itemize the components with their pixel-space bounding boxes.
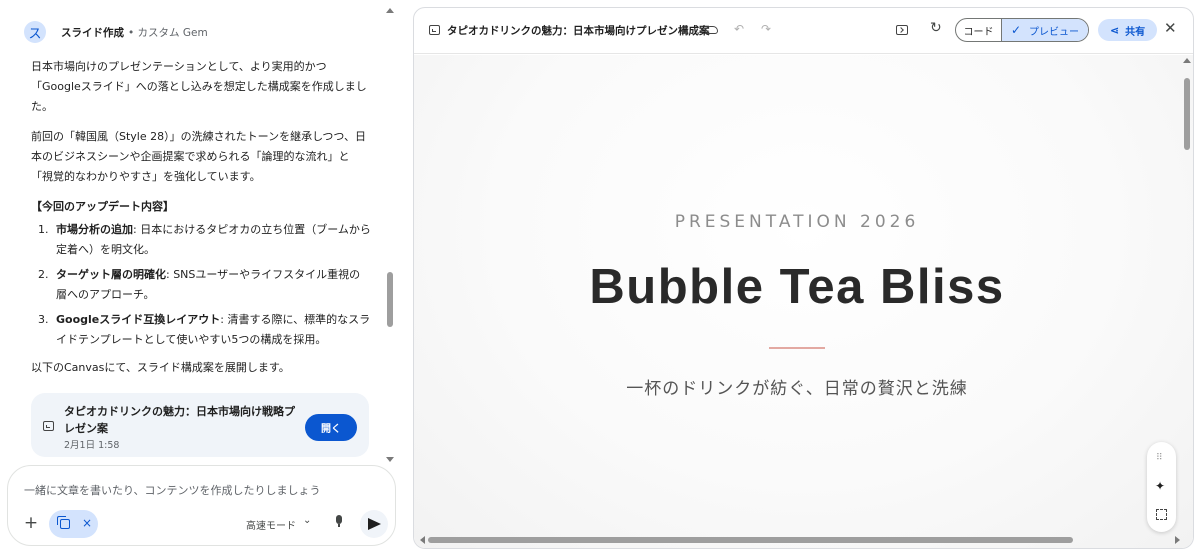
select-area-icon[interactable] <box>1156 509 1167 520</box>
slide-kicker: PRESENTATION 2026 <box>674 212 920 232</box>
list-item: 3. Googleスライド互換レイアウト: 清書する際に、標準的なスライドテンプレ… <box>31 310 371 350</box>
close-icon[interactable]: ✕ <box>1164 19 1177 37</box>
chip-close-icon[interactable]: × <box>82 516 92 530</box>
list-number: 3. <box>38 313 49 326</box>
gem-name: スライド作成 <box>61 26 124 39</box>
sparkle-icon[interactable]: ✦ <box>1155 479 1165 493</box>
canvas-icon <box>57 516 70 529</box>
document-icon <box>43 421 54 431</box>
open-button[interactable]: 開く <box>305 414 357 441</box>
share-label: 共有 <box>1125 26 1146 38</box>
microphone-icon[interactable] <box>335 515 343 527</box>
code-preview-toggle: コード ✓ プレビュー <box>955 18 1089 42</box>
add-button[interactable]: + <box>22 514 40 532</box>
redo-icon[interactable]: ↷ <box>761 22 771 36</box>
scroll-up-icon[interactable] <box>386 8 394 13</box>
assistant-message: 日本市場向けのプレゼンテーションとして、より実用的かつ「Googleスライド」へ… <box>31 57 371 388</box>
chat-scrollbar[interactable] <box>386 8 394 462</box>
message-closing: 以下のCanvasにて、スライド構成案を展開します。 <box>31 361 290 374</box>
refresh-icon[interactable]: ↻ <box>930 20 942 36</box>
send-button[interactable] <box>360 510 388 538</box>
doc-card-title: タピオカドリンクの魅力：日本市場向け戦略プレゼン案 <box>64 405 295 435</box>
message-paragraph: 前回の「韓国風（Style 28）」の洗練されたトーンを継承しつつ、日本のビジネ… <box>31 130 366 183</box>
scroll-up-icon[interactable] <box>1183 58 1191 63</box>
update-list: 1. 市場分析の追加: 日本におけるタピオカの立ち位置（ブームから定着へ）を明文化… <box>31 220 371 350</box>
slide-title: Bubble Tea Bliss <box>589 260 1005 314</box>
chat-panel: ス スライド作成 • カスタム Gem 日本市場向けのプレゼンテーションとして、… <box>0 0 404 552</box>
list-item-heading: ターゲット層の明確化 <box>56 268 166 281</box>
canvas-vertical-scrollbar[interactable] <box>1183 58 1191 538</box>
list-item-heading: 市場分析の追加 <box>56 223 133 236</box>
code-tab[interactable]: コード <box>956 19 1002 41</box>
chevron-down-icon[interactable]: ⌄ <box>303 515 311 526</box>
slide-preview: PRESENTATION 2026 Bubble Tea Bliss 一杯のドリ… <box>414 55 1193 548</box>
preview-tab-label: プレビュー <box>1029 26 1080 38</box>
list-item: 1. 市場分析の追加: 日本におけるタピオカの立ち位置（ブームから定着へ）を明文化… <box>31 220 371 260</box>
list-number: 2. <box>38 268 49 281</box>
gem-subtitle: • カスタム Gem <box>128 26 208 39</box>
message-paragraph: 日本市場向けのプレゼンテーションとして、より実用的かつ「Googleスライド」へ… <box>31 60 367 113</box>
prompt-input-box[interactable]: 一緒に文章を書いたり、コンテンツを作成したりしましょう + × 高速モード ⌄ <box>7 465 396 546</box>
slide-divider <box>769 347 825 349</box>
share-button[interactable]: ⋖ 共有 <box>1098 19 1157 41</box>
list-number: 1. <box>38 223 49 236</box>
console-icon[interactable] <box>896 25 908 35</box>
preview-tab[interactable]: ✓ プレビュー <box>1002 19 1088 41</box>
gem-header: ス スライド作成 • カスタム Gem <box>24 20 208 44</box>
check-icon: ✓ <box>1010 23 1022 37</box>
scroll-left-icon[interactable] <box>420 536 425 544</box>
scroll-thumb[interactable] <box>428 537 1073 543</box>
share-icon: ⋖ <box>1109 23 1120 37</box>
document-icon <box>429 25 440 35</box>
prompt-input[interactable]: 一緒に文章を書いたり、コンテンツを作成したりしましょう <box>24 482 321 498</box>
list-item-heading: Googleスライド互換レイアウト <box>56 313 221 326</box>
canvas-panel: タピオカドリンクの魅力：日本市場向けプレゼン構成案 ↶ ↷ ↻ コード ✓ プレ… <box>413 7 1194 549</box>
canvas-title: タピオカドリンクの魅力：日本市場向けプレゼン構成案 <box>447 25 710 37</box>
doc-card-date: 2月1日 1:58 <box>64 440 120 451</box>
canvas-horizontal-scrollbar[interactable] <box>420 536 1180 544</box>
canvas-toolbar: タピオカドリンクの魅力：日本市場向けプレゼン構成案 ↶ ↷ ↻ コード ✓ プレ… <box>414 8 1193 54</box>
scroll-right-icon[interactable] <box>1175 536 1180 544</box>
gem-avatar[interactable]: ス <box>24 21 46 43</box>
scroll-thumb[interactable] <box>387 272 393 327</box>
mode-selector[interactable]: 高速モード <box>246 517 296 532</box>
canvas-tool-chip[interactable]: × <box>49 510 98 538</box>
section-title: 【今回のアップデート内容】 <box>31 200 174 213</box>
undo-icon[interactable]: ↶ <box>734 22 744 36</box>
floating-toolbar: ⠿ ✦ <box>1147 442 1176 532</box>
scroll-down-icon[interactable] <box>386 457 394 462</box>
list-item: 2. ターゲット層の明確化: SNSユーザーやライフスタイル重視の層へのアプローチ… <box>31 265 371 305</box>
slide-subtitle: 一杯のドリンクが紡ぐ、日常の贅沢と洗練 <box>626 379 968 399</box>
drag-handle-icon[interactable]: ⠿ <box>1156 453 1163 463</box>
canvas-doc-card[interactable]: タピオカドリンクの魅力：日本市場向け戦略プレゼン案 2月1日 1:58 開く <box>31 393 369 457</box>
scroll-thumb[interactable] <box>1184 78 1190 150</box>
send-icon <box>368 518 381 530</box>
cloud-save-icon[interactable] <box>705 26 718 34</box>
